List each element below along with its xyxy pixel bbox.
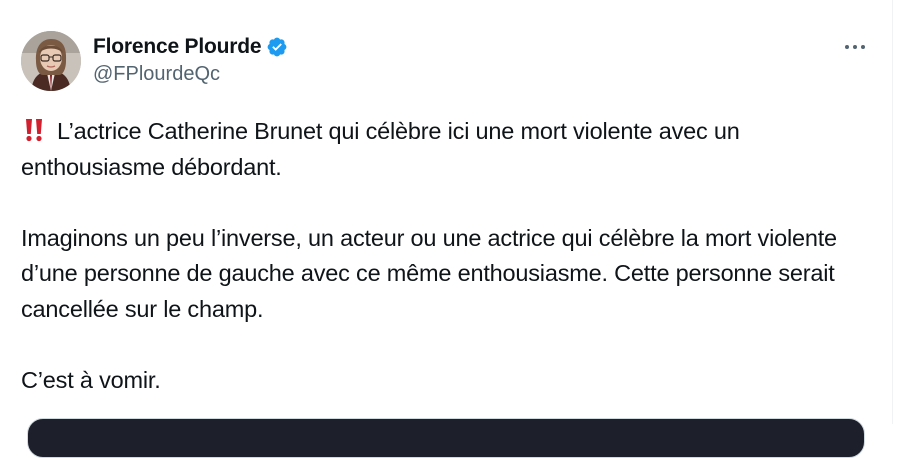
tweet-line-1: L’actrice Catherine Brunet qui célèbre i… (21, 118, 746, 180)
author-name-row[interactable]: Florence Plourde (93, 34, 288, 60)
avatar-photo (21, 31, 81, 91)
more-dot (853, 45, 857, 49)
author-display-name[interactable]: Florence Plourde (93, 35, 262, 59)
tweet-paragraph-1: L’actrice Catherine Brunet qui célèbre i… (21, 114, 881, 185)
more-options-button[interactable] (838, 37, 872, 57)
tweet-card[interactable]: Florence Plourde @FPlourdeQc L’actrice C… (0, 0, 893, 458)
more-horizontal-icon (845, 45, 849, 49)
tweet-text: L’actrice Catherine Brunet qui célèbre i… (21, 114, 881, 398)
author-avatar[interactable] (21, 31, 81, 91)
more-dot (861, 45, 865, 49)
author-handle[interactable]: @FPlourdeQc (93, 63, 220, 86)
tweet-paragraph-3: C’est à vomir. (21, 366, 161, 393)
tweet-paragraph-2: Imaginons un peu l’inverse, un acteur ou… (21, 224, 844, 322)
tweet-media-preview[interactable] (27, 418, 865, 458)
verified-badge-icon[interactable] (266, 36, 288, 58)
double-exclamation-icon (21, 117, 49, 142)
